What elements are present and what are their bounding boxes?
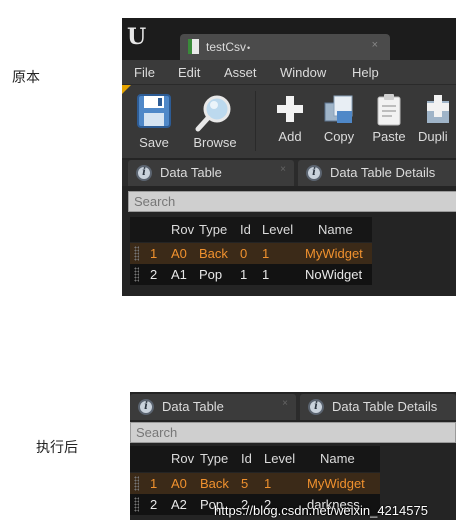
watermark: https://blog.csdn.net/weixin_4214575 bbox=[214, 503, 428, 518]
close-icon[interactable]: × bbox=[280, 164, 286, 175]
toolbar-separator bbox=[255, 91, 256, 151]
cell-type: Back bbox=[200, 476, 229, 491]
copy-label: Copy bbox=[323, 129, 355, 144]
paste-label: Paste bbox=[372, 129, 406, 144]
duplicate-label: Dupli bbox=[418, 129, 448, 144]
menu-window[interactable]: Window bbox=[280, 65, 326, 80]
cell-row: A0 bbox=[171, 476, 187, 491]
drag-handle-icon[interactable] bbox=[134, 497, 139, 512]
menu-bar: File Edit Asset Window Help bbox=[122, 60, 456, 84]
search-input[interactable] bbox=[129, 192, 456, 211]
caption-before: 原本 bbox=[12, 70, 40, 86]
copy-icon bbox=[324, 95, 353, 123]
tab-details-label: Data Table Details bbox=[330, 165, 436, 180]
paste-button[interactable]: Paste bbox=[368, 91, 410, 153]
cell-id: 0 bbox=[240, 246, 248, 261]
data-table-panel-after: i Data Table × i Data Table Details Rov … bbox=[130, 392, 456, 520]
table-header: Rov Type Id Level Name bbox=[130, 446, 380, 472]
caption-after: 执行后 bbox=[36, 440, 78, 456]
col-name[interactable]: Name bbox=[318, 222, 353, 237]
cell-level: 1 bbox=[262, 246, 270, 261]
info-icon: i bbox=[306, 165, 322, 181]
table-header: Rov Type Id Level Name bbox=[130, 217, 372, 242]
cell-type: Back bbox=[199, 246, 228, 261]
duplicate-button[interactable]: Dupli bbox=[418, 91, 456, 153]
magnifier-icon bbox=[195, 95, 231, 132]
cell-row: A2 bbox=[171, 497, 187, 512]
tab-data-table-details[interactable]: i Data Table Details bbox=[298, 160, 456, 186]
clipboard-icon bbox=[377, 94, 401, 126]
cell-level: 1 bbox=[262, 267, 270, 282]
add-button[interactable]: Add bbox=[270, 91, 310, 153]
row-number: 2 bbox=[150, 267, 158, 282]
menu-file[interactable]: File bbox=[134, 65, 155, 80]
col-name[interactable]: Name bbox=[320, 451, 355, 466]
menu-asset[interactable]: Asset bbox=[224, 65, 257, 80]
toolbar: Save Browse Add Copy Paste Dupli bbox=[122, 84, 456, 158]
close-icon[interactable]: × bbox=[282, 398, 288, 409]
save-label: Save bbox=[139, 135, 169, 150]
cell-level: 1 bbox=[264, 476, 272, 491]
duplicate-icon bbox=[427, 95, 449, 123]
col-level[interactable]: Level bbox=[264, 451, 295, 466]
tab-details-label: Data Table Details bbox=[332, 399, 438, 414]
toolbar-corner-accent bbox=[122, 85, 131, 94]
search-field[interactable] bbox=[130, 422, 456, 443]
col-id[interactable]: Id bbox=[240, 222, 251, 237]
close-icon[interactable]: × bbox=[372, 39, 378, 51]
tab-data-table-label: Data Table bbox=[160, 165, 222, 180]
table-row[interactable]: 1 A0 Back 5 1 MyWidget bbox=[130, 473, 380, 494]
menu-edit[interactable]: Edit bbox=[178, 65, 200, 80]
title-bar: U testCsv• × bbox=[122, 18, 456, 60]
data-table-grid: Rov Type Id Level Name 1 A0 Back 0 1 MyW… bbox=[130, 217, 372, 287]
col-type[interactable]: Type bbox=[200, 451, 228, 466]
cell-name: MyWidget bbox=[305, 246, 363, 261]
cell-row: A0 bbox=[171, 246, 187, 261]
drag-handle-icon[interactable] bbox=[134, 476, 139, 491]
editor-window: U testCsv• × File Edit Asset Window Help… bbox=[122, 18, 456, 296]
panel-tab-strip: i Data Table × i Data Table Details bbox=[122, 160, 456, 186]
cell-type: Pop bbox=[199, 267, 223, 282]
cell-name: MyWidget bbox=[307, 476, 365, 491]
cell-row: A1 bbox=[171, 267, 187, 282]
unreal-logo-icon[interactable]: U bbox=[127, 24, 146, 50]
tab-data-table[interactable]: i Data Table × bbox=[130, 394, 296, 420]
menu-help[interactable]: Help bbox=[352, 65, 379, 80]
row-number: 1 bbox=[150, 246, 158, 261]
tab-data-table-details[interactable]: i Data Table Details bbox=[300, 394, 456, 420]
search-field[interactable] bbox=[128, 191, 456, 212]
document-icon bbox=[188, 39, 199, 54]
info-icon: i bbox=[136, 165, 152, 181]
info-icon: i bbox=[138, 399, 154, 415]
row-number: 2 bbox=[150, 497, 158, 512]
drag-handle-icon[interactable] bbox=[134, 246, 139, 261]
tab-data-table[interactable]: i Data Table × bbox=[128, 160, 294, 186]
drag-handle-icon[interactable] bbox=[134, 267, 139, 282]
panel-tab-strip: i Data Table × i Data Table Details bbox=[130, 394, 456, 420]
tab-data-table-label: Data Table bbox=[162, 399, 224, 414]
col-id[interactable]: Id bbox=[241, 451, 252, 466]
add-label: Add bbox=[278, 129, 302, 144]
search-input[interactable] bbox=[131, 423, 455, 442]
floppy-disk-icon bbox=[137, 94, 171, 128]
cell-name: NoWidget bbox=[305, 267, 363, 282]
copy-button[interactable]: Copy bbox=[318, 91, 360, 153]
info-icon: i bbox=[308, 399, 324, 415]
browse-button[interactable]: Browse bbox=[188, 91, 242, 153]
document-tab[interactable]: testCsv• × bbox=[180, 34, 390, 60]
table-row[interactable]: 2 A1 Pop 1 1 NoWidget bbox=[130, 264, 372, 285]
col-type[interactable]: Type bbox=[199, 222, 227, 237]
row-number: 1 bbox=[150, 476, 158, 491]
col-level[interactable]: Level bbox=[262, 222, 293, 237]
table-row[interactable]: 1 A0 Back 0 1 MyWidget bbox=[130, 243, 372, 264]
document-tab-title: testCsv• bbox=[206, 40, 251, 54]
col-row[interactable]: Rov bbox=[171, 451, 194, 466]
col-row[interactable]: Rov bbox=[171, 222, 194, 237]
cell-id: 1 bbox=[240, 267, 248, 282]
save-button[interactable]: Save bbox=[132, 91, 176, 153]
plus-icon bbox=[277, 96, 303, 122]
browse-label: Browse bbox=[193, 135, 237, 150]
cell-id: 5 bbox=[241, 476, 249, 491]
